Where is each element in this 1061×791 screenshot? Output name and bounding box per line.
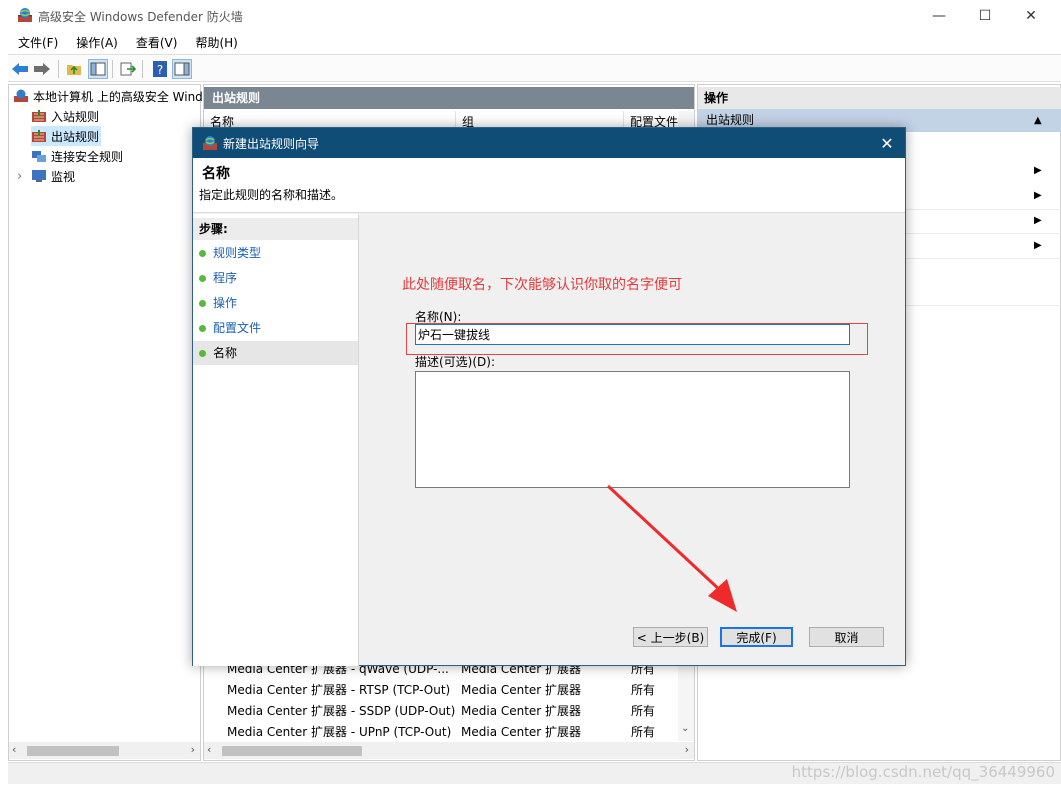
up-folder-icon[interactable] <box>64 59 84 79</box>
new-outbound-rule-wizard: 新建出站规则向导 ✕ 名称 指定此规则的名称和描述。 步骤: 规则类型 程序 操… <box>192 127 906 666</box>
back-arrow-icon[interactable] <box>10 59 30 79</box>
rules-horizontal-scrollbar[interactable]: ‹ › <box>204 742 694 759</box>
chevron-down-icon[interactable]: ⌄ <box>681 723 689 734</box>
tree-item-monitoring[interactable]: › 监视 <box>17 166 75 186</box>
tree-root[interactable]: 本地计算机 上的高级安全 Windows <box>13 86 226 106</box>
export-list-icon[interactable] <box>118 59 138 79</box>
rule-name: Media Center 扩展器 - UPnP (TCP-Out) <box>227 725 452 739</box>
rule-name: Media Center 扩展器 - RTSP (TCP-Out) <box>227 683 451 697</box>
firewall-app-icon <box>18 8 32 22</box>
rule-profile: 所有 <box>631 683 656 697</box>
description-textarea[interactable] <box>415 371 850 488</box>
close-button[interactable]: ✕ <box>1008 0 1054 31</box>
actions-pane-title: 操作 <box>698 87 1061 109</box>
dialog-header: 名称 指定此规则的名称和描述。 <box>193 158 905 213</box>
toolbar: ? <box>8 54 1061 82</box>
submenu-arrow-icon[interactable]: ▶ <box>1034 165 1044 176</box>
menu-file[interactable]: 文件(F) <box>8 34 66 51</box>
description-field-label: 描述(可选)(D): <box>415 355 496 369</box>
step-label: 配置文件 <box>213 321 262 335</box>
step-action[interactable]: 操作 <box>193 291 358 315</box>
outbound-rules-icon <box>32 130 46 142</box>
inbound-rules-icon <box>32 110 46 122</box>
rule-profile: 所有 <box>631 704 656 718</box>
tree-root-label: 本地计算机 上的高级安全 Windows <box>33 89 227 104</box>
tree-item-label: 出站规则 <box>51 129 100 144</box>
dialog-titlebar: 新建出站规则向导 ✕ <box>193 128 905 158</box>
rule-name: Media Center 扩展器 - SSDP (UDP-Out) <box>227 704 456 718</box>
page-heading: 名称 <box>202 166 230 182</box>
chevron-right-icon[interactable]: › <box>17 169 31 184</box>
window-title: 高级安全 Windows Defender 防火墙 <box>38 10 243 24</box>
step-program[interactable]: 程序 <box>193 266 358 290</box>
connection-security-icon <box>32 151 46 162</box>
forward-arrow-icon[interactable] <box>32 59 52 79</box>
dialog-title: 新建出站规则向导 <box>223 137 320 151</box>
minimize-button[interactable]: — <box>916 0 962 31</box>
back-button[interactable]: < 上一步(B) <box>633 627 708 647</box>
svg-text:?: ? <box>157 63 163 77</box>
step-dot-icon <box>199 250 206 257</box>
menu-bar: 文件(F) 操作(A) 查看(V) 帮助(H) <box>8 31 1061 53</box>
step-label: 程序 <box>213 271 238 285</box>
submenu-arrow-icon[interactable]: ▶ <box>1034 190 1044 201</box>
table-row[interactable]: Media Center 扩展器 - SSDP (UDP-Out) Media … <box>204 701 679 722</box>
wizard-steps: 步骤: 规则类型 程序 操作 配置文件 名称 <box>193 214 359 666</box>
step-name[interactable]: 名称 <box>193 341 358 365</box>
collapse-arrow-icon[interactable]: ▲ <box>1034 109 1042 132</box>
show-hide-action-pane-icon[interactable] <box>172 59 192 79</box>
console-tree: 本地计算机 上的高级安全 Windows 入站规则 出站规则 连接安全规则 › … <box>8 84 226 761</box>
show-hide-tree-icon[interactable] <box>88 59 108 79</box>
finish-button[interactable]: 完成(F) <box>720 627 793 647</box>
actions-section-label: 出站规则 <box>706 113 755 127</box>
maximize-button[interactable]: ☐ <box>962 0 1008 31</box>
rules-pane-title: 出站规则 <box>204 87 694 109</box>
step-dot-icon <box>199 350 206 357</box>
menu-view[interactable]: 查看(V) <box>126 34 186 51</box>
menu-help[interactable]: 帮助(H) <box>185 34 245 51</box>
tree-item-outbound[interactable]: 出站规则 <box>31 126 102 146</box>
rule-group: Media Center 扩展器 <box>461 704 582 718</box>
step-label: 名称 <box>213 346 238 360</box>
step-profile[interactable]: 配置文件 <box>193 316 358 340</box>
watermark: https://blog.csdn.net/qq_36449960 <box>791 763 1055 781</box>
steps-title: 步骤: <box>193 218 358 240</box>
submenu-arrow-icon[interactable]: ▶ <box>1034 240 1044 251</box>
rule-group: Media Center 扩展器 <box>461 683 582 697</box>
submenu-arrow-icon[interactable]: ▶ <box>1034 215 1044 226</box>
step-label: 规则类型 <box>213 246 262 260</box>
tree-item-label: 连接安全规则 <box>51 149 124 164</box>
rule-name-input[interactable] <box>415 324 850 345</box>
window-titlebar: 高级安全 Windows Defender 防火墙 — ☐ ✕ <box>0 0 1061 31</box>
page-subtitle: 指定此规则的名称和描述。 <box>199 188 344 202</box>
cancel-button[interactable]: 取消 <box>809 627 884 647</box>
tree-item-connection-security[interactable]: 连接安全规则 <box>31 146 123 166</box>
firewall-computer-icon <box>14 89 28 102</box>
step-label: 操作 <box>213 296 238 310</box>
table-row[interactable]: Media Center 扩展器 - RTSP (TCP-Out) Media … <box>204 680 679 701</box>
tree-item-label: 监视 <box>51 169 76 184</box>
tree-item-inbound[interactable]: 入站规则 <box>31 106 99 126</box>
monitoring-icon <box>32 170 46 182</box>
tree-item-label: 入站规则 <box>51 109 100 124</box>
step-dot-icon <box>199 325 206 332</box>
firewall-app-icon <box>203 136 217 150</box>
step-dot-icon <box>199 300 206 307</box>
step-dot-icon <box>199 275 206 282</box>
tree-horizontal-scrollbar[interactable]: ‹ › <box>9 742 200 759</box>
annotation-text: 此处随便取名，下次能够认识你取的名字便可 <box>402 277 682 293</box>
table-row[interactable]: Media Center 扩展器 - UPnP (TCP-Out) Media … <box>204 722 679 743</box>
menu-action[interactable]: 操作(A) <box>66 34 126 51</box>
step-rule-type[interactable]: 规则类型 <box>193 241 358 265</box>
rule-group: Media Center 扩展器 <box>461 725 582 739</box>
help-icon[interactable]: ? <box>150 59 170 79</box>
rule-profile: 所有 <box>631 725 656 739</box>
close-icon[interactable]: ✕ <box>875 132 899 154</box>
